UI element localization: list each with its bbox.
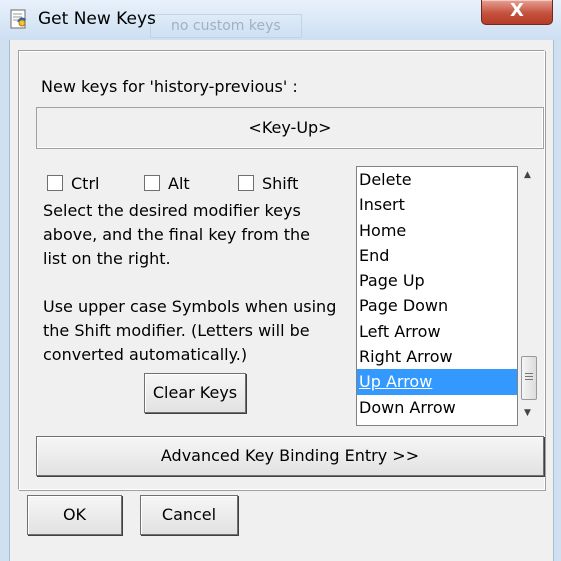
ctrl-checkbox-box[interactable] xyxy=(47,175,63,191)
instruction-line: converted automatically.) xyxy=(43,345,248,364)
advanced-key-binding-button[interactable]: Advanced Key Binding Entry >> xyxy=(36,436,544,476)
list-item[interactable]: Right Arrow xyxy=(357,344,517,369)
background-faint-label: no custom keys xyxy=(150,14,302,38)
dialog-body: New keys for 'history-previous' : <Key-U… xyxy=(9,40,554,561)
list-item[interactable]: Left Arrow xyxy=(357,319,517,344)
close-button[interactable]: X xyxy=(481,0,553,25)
close-icon: X xyxy=(510,0,524,21)
instruction-line: list on the right. xyxy=(43,249,171,268)
list-item-selected[interactable]: Up Arrow xyxy=(357,369,517,395)
instruction-line: the Shift modifier. (Letters will be xyxy=(43,321,310,340)
instruction-line: Use upper case Symbols when using xyxy=(43,297,337,316)
modifier-instructions: Select the desired modifier keys above, … xyxy=(43,199,310,271)
list-item[interactable]: Insert xyxy=(357,192,517,217)
background-window-text: no custom keys xyxy=(150,14,410,40)
instruction-line: Select the desired modifier keys xyxy=(43,201,301,220)
list-item[interactable]: End xyxy=(357,243,517,268)
shift-checkbox[interactable]: Shift xyxy=(238,174,298,194)
list-item[interactable]: Down Arrow xyxy=(357,395,517,420)
ctrl-label: Ctrl xyxy=(71,174,100,193)
alt-checkbox[interactable]: Alt xyxy=(144,174,190,194)
cancel-button[interactable]: Cancel xyxy=(140,495,238,535)
window-title: Get New Keys xyxy=(38,9,156,29)
final-key-list[interactable]: Delete Insert Home End Page Up Page Down… xyxy=(356,166,518,426)
scroll-down-arrow-icon[interactable]: ▼ xyxy=(518,404,537,422)
list-item[interactable]: Home xyxy=(357,218,517,243)
key-list-scrollbar[interactable]: ▲ ▼ xyxy=(518,166,537,424)
key-selection-frame: New keys for 'history-previous' : <Key-U… xyxy=(18,50,545,490)
alt-label: Alt xyxy=(168,174,190,193)
ok-button[interactable]: OK xyxy=(27,495,122,535)
shift-instructions: Use upper case Symbols when using the Sh… xyxy=(43,295,336,367)
ctrl-checkbox[interactable]: Ctrl xyxy=(47,174,99,194)
app-icon xyxy=(10,9,26,29)
scrollbar-thumb[interactable] xyxy=(521,356,537,400)
shift-label: Shift xyxy=(262,174,299,193)
alt-checkbox-box[interactable] xyxy=(144,175,160,191)
key-sequence-display: <Key-Up> xyxy=(36,107,544,149)
title-bar[interactable]: no custom keys Get New Keys X xyxy=(0,0,561,40)
scroll-up-arrow-icon[interactable]: ▲ xyxy=(518,166,537,184)
list-item[interactable]: Page Up xyxy=(357,268,517,293)
new-keys-label: New keys for 'history-previous' : xyxy=(41,77,298,96)
list-item[interactable]: Page Down xyxy=(357,293,517,318)
clear-keys-button[interactable]: Clear Keys xyxy=(144,373,246,413)
instruction-line: above, and the final key from the xyxy=(43,225,310,244)
shift-checkbox-box[interactable] xyxy=(238,175,254,191)
list-item[interactable]: Delete xyxy=(357,167,517,192)
